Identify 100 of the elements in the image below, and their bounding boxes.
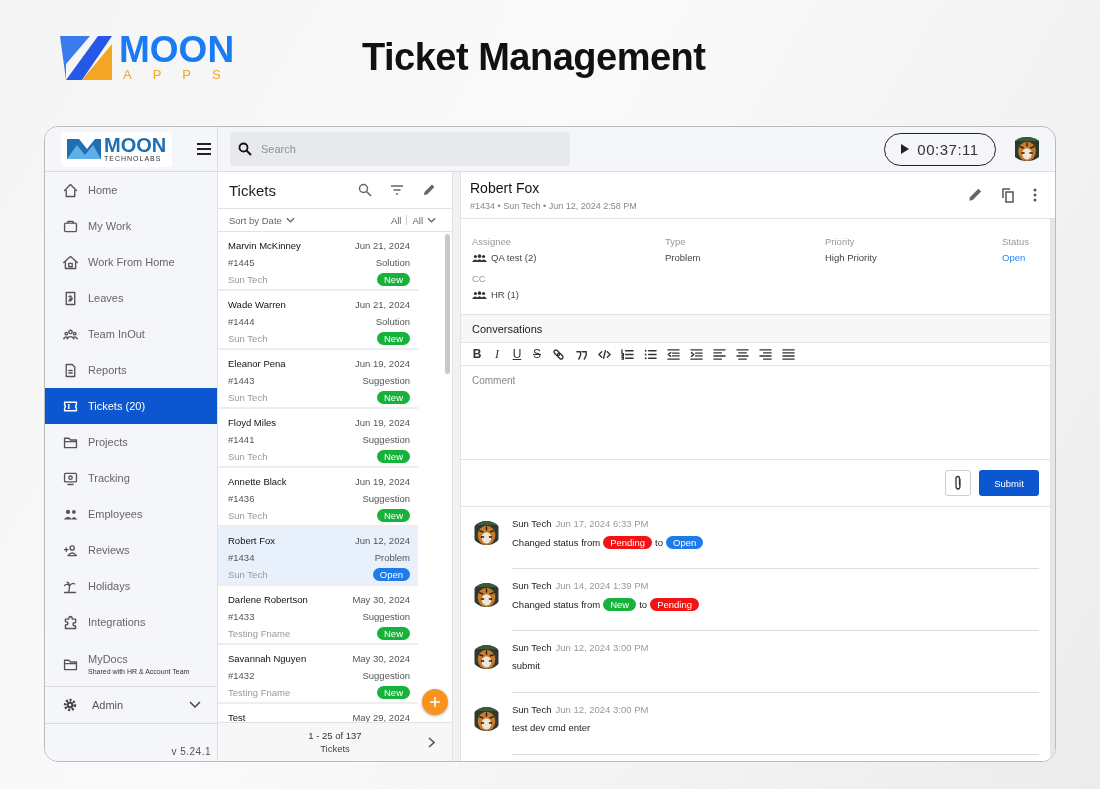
pagination-count: 1 - 25 of 137 [308,730,362,741]
status-badge: New [603,598,637,611]
justify-icon[interactable] [782,347,795,361]
search-icon [238,142,252,156]
filter-dropdown[interactable]: All [412,214,436,226]
pencil-icon[interactable] [967,187,983,203]
ticket-date: Jun 21, 2024 [355,239,410,251]
activity-text: Changed status from [512,599,601,610]
field-label: Type [665,236,687,247]
ticket-date: May 30, 2024 [352,652,410,664]
filter-icon[interactable] [390,184,404,196]
align-center-icon[interactable] [736,347,749,361]
sidebar-item[interactable]: Projects [45,424,217,460]
home-icon [62,181,79,199]
sidebar-item[interactable]: Tracking [45,460,217,496]
ticket-item[interactable]: Savannah Nguyen May 30, 2024 #1432 Suggestion Testing Fname New [218,645,418,704]
author-name: Sun Tech [512,642,552,653]
menu-icon[interactable] [196,142,212,156]
ticket-title: Robert Fox [470,179,541,196]
ticket-name: Test [228,711,246,722]
field-value: QA test (2) [491,252,537,263]
sidebar-item[interactable]: Reviews [45,532,217,568]
ticket-date: May 30, 2024 [352,593,410,605]
ticket-date: May 29, 2024 [352,711,410,722]
ticket-item[interactable]: Eleanor Pena Jun 19, 2024 #1443 Suggestion Sun Tech New [218,350,418,409]
more-icon[interactable] [1033,188,1037,202]
status-badge: Open [372,567,410,581]
ticket-type: Suggestion [362,610,410,622]
chevron-down-icon [427,217,436,223]
field-label: CC [472,273,487,284]
ticket-company: Sun Tech [228,568,268,580]
sidebar-item[interactable]: Team InOut [45,316,217,352]
attach-button[interactable] [945,470,971,496]
numbered-list-icon[interactable] [621,347,634,361]
field-value: HR (1) [491,289,519,300]
ticket-company: Sun Tech [228,332,268,344]
ticket-company: Testing Fname [228,627,291,639]
sidebar-item[interactable]: Work From Home [45,244,217,280]
ticket-item[interactable]: Marvin McKinney Jun 21, 2024 #1445 Solution Sun Tech New [218,232,418,291]
ticket-type: Suggestion [362,492,410,504]
admin-menu[interactable]: Admin [45,686,217,724]
status-badge: New [377,272,410,286]
author-name: Sun Tech [512,704,552,715]
field-value: Problem [665,252,701,263]
sidebar-item[interactable]: Integrations [45,604,217,640]
search-icon[interactable] [358,183,372,197]
plus-icon [430,697,440,707]
sidebar-item[interactable]: Home [45,172,217,208]
format-button[interactable]: U [512,347,522,361]
sidebar-item[interactable]: Employees [45,496,217,532]
copy-icon[interactable] [1000,187,1016,203]
indent-icon[interactable] [690,347,703,361]
ticket-item[interactable]: Robert Fox Jun 12, 2024 #1434 Problem Sun Tech Open [218,527,418,586]
sidebar-item[interactable]: Reports [45,352,217,388]
status-badge: New [377,449,410,463]
align-left-icon[interactable] [713,347,726,361]
ticket-item[interactable]: Darlene Robertson May 30, 2024 #1433 Suggestion Testing Fname New [218,586,418,645]
ticket-item[interactable]: Floyd Miles Jun 19, 2024 #1441 Suggestion Sun Tech New [218,409,418,468]
pencil-icon[interactable] [422,183,436,197]
format-button[interactable]: I [492,346,502,362]
field-label: Priority [825,236,856,247]
ticket-name: Marvin McKinney [228,239,301,251]
brand-name: MOON [119,32,236,68]
ticket-company: Sun Tech [228,450,268,462]
link-icon[interactable] [552,347,565,361]
code-icon[interactable] [598,347,611,361]
ticket-date: Jun 12, 2024 [355,534,410,546]
format-button[interactable]: B [472,347,482,361]
align-right-icon[interactable] [759,347,772,361]
outdent-icon[interactable] [667,347,680,361]
splitter-handle[interactable] [453,172,461,761]
ticket-type: Suggestion [362,433,410,445]
status-badge: New [377,331,410,345]
ticket-item[interactable]: Wade Warren Jun 21, 2024 #1444 Solution Sun Tech New [218,291,418,350]
scrollbar[interactable] [445,234,450,374]
search-field[interactable]: Search [230,132,570,166]
activity-text: Changed status from [512,537,601,548]
sort-dropdown[interactable]: Sort by Date [229,214,295,226]
sidebar-item[interactable]: My Work [45,208,217,244]
status-badge: New [377,626,410,640]
sidebar-item[interactable]: Holidays [45,568,217,604]
ticket-id: #1433 [228,610,255,622]
filter-link[interactable]: All [390,214,402,226]
chevron-right-icon[interactable] [428,737,435,748]
submit-button[interactable]: Submit [979,470,1039,496]
status-link[interactable]: Open [1002,252,1026,263]
activity-text: to [639,599,648,610]
bullet-list-icon[interactable] [644,347,657,361]
paperclip-icon [953,475,963,491]
status-badge: New [377,685,410,699]
ticket-company: Sun Tech [228,391,268,403]
sidebar-item[interactable]: Leaves [45,280,217,316]
sidebar-item[interactable]: Tickets (20) [45,388,217,424]
format-button[interactable]: S [532,347,542,361]
nav-label: Leaves [88,292,124,304]
field-value: High Priority [825,252,877,263]
ticket-date: Jun 21, 2024 [355,298,410,310]
nav-label: Projects [88,436,128,448]
ticket-name: Wade Warren [228,298,286,310]
ticket-date: Jun 19, 2024 [355,475,410,487]
